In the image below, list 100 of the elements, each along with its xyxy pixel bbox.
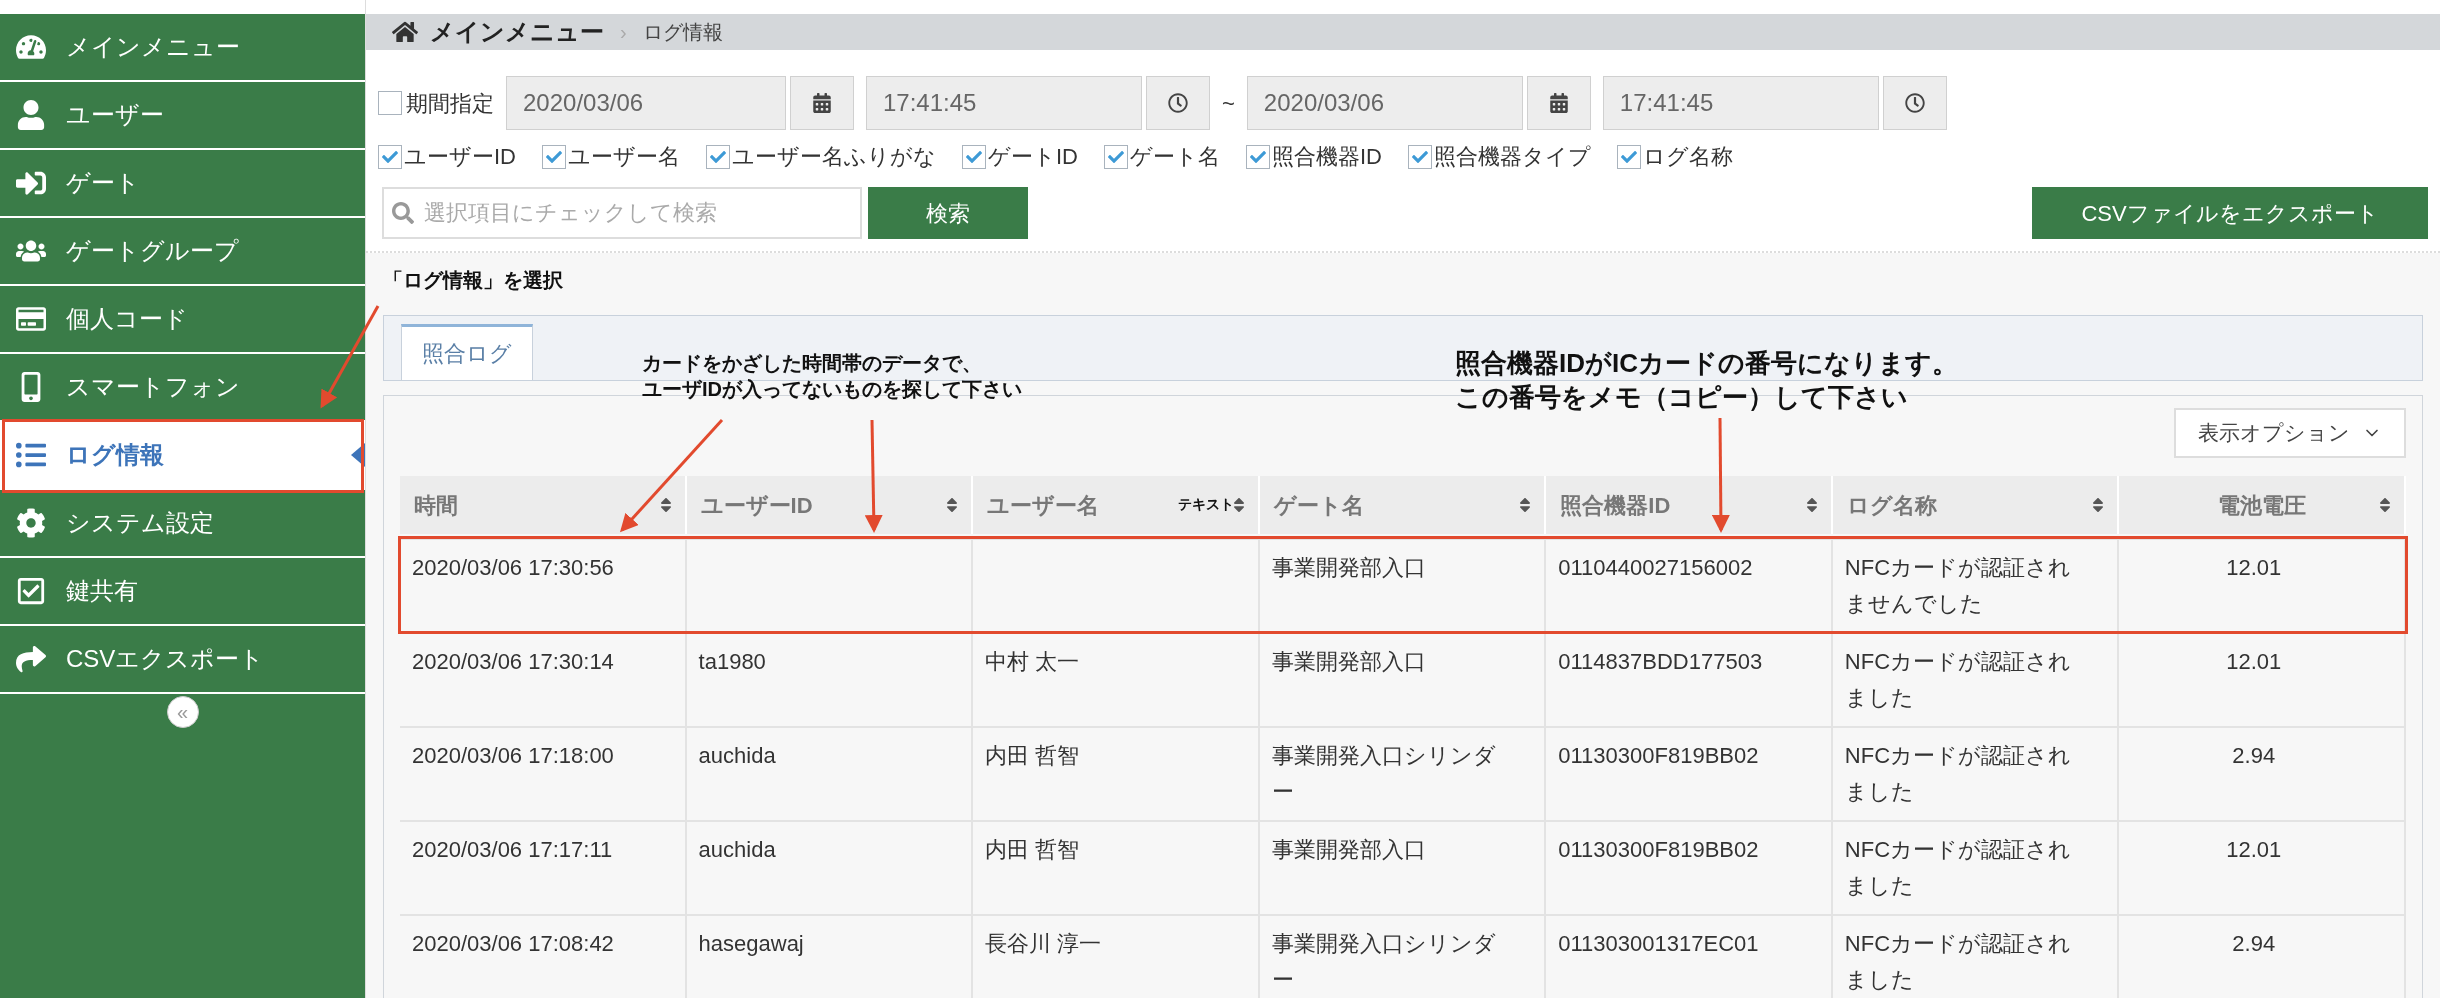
field-checkbox-label: ユーザー名ふりがな: [732, 143, 936, 171]
column-header[interactable]: ゲート名: [1259, 476, 1547, 534]
column-header[interactable]: ユーザーID: [686, 476, 974, 534]
table-cell: NFCカードが認証されました: [1844, 931, 2072, 992]
table-cell: NFCカードが認証されました: [1844, 837, 2072, 898]
sidebar-item[interactable]: ゲート: [0, 150, 365, 216]
table-cell: 2.94: [2232, 743, 2276, 768]
table-cell: 2020/03/06 17:08:42: [412, 931, 614, 956]
field-checkbox-label: ユーザー名: [568, 143, 680, 171]
gauge-icon: [16, 32, 46, 62]
date-time-field[interactable]: 2020/03/06: [506, 76, 786, 130]
check-icon: [710, 148, 726, 165]
calendar-button[interactable]: [1526, 76, 1591, 130]
calendar-button[interactable]: [790, 76, 854, 130]
search-field[interactable]: 選択項目にチェックして検索: [382, 187, 862, 239]
clock-button[interactable]: [1882, 76, 1947, 130]
card-icon: [16, 304, 46, 334]
annotation-text: テキスト: [1178, 495, 1234, 514]
display-options-button[interactable]: 表示オプション: [2174, 408, 2406, 458]
table-cell: hasegawaj: [698, 931, 804, 956]
calendar-icon: [1548, 93, 1569, 113]
column-header[interactable]: ログ名称: [1832, 476, 2120, 534]
sidebar-item[interactable]: 鍵共有: [0, 558, 365, 624]
table-cell: 12.01: [2226, 555, 2282, 580]
field-checkbox-label: ゲート名: [1130, 143, 1220, 171]
date-time-field[interactable]: 17:41:45: [1602, 76, 1879, 130]
tab[interactable]: 照合ログ: [401, 324, 533, 380]
field-checkbox[interactable]: [1408, 144, 1432, 169]
field-checkbox[interactable]: [1246, 144, 1270, 169]
field-checkbox-label: ゲートID: [988, 143, 1078, 171]
field-checkbox[interactable]: [1104, 144, 1128, 169]
table-cell: 事業開発部入口: [1271, 555, 1426, 580]
list-icon: [16, 440, 46, 470]
gear-icon: [16, 508, 46, 538]
checkbox-icon: [16, 576, 46, 606]
table-cell: 長谷川 淳一: [985, 931, 1102, 956]
table-cell: 12.01: [2226, 649, 2282, 674]
field-checkbox[interactable]: [706, 144, 730, 169]
clock-icon: [1904, 93, 1925, 113]
field-checkbox[interactable]: [378, 144, 402, 169]
column-header[interactable]: 時間: [400, 476, 687, 534]
sidebar-item[interactable]: システム設定: [0, 490, 365, 556]
table-cell: 2020/03/06 17:30:56: [412, 555, 614, 580]
collapse-sidebar-button[interactable]: «: [166, 696, 199, 728]
table-cell: NFCカードが認証されました: [1844, 649, 2072, 710]
home-icon: [392, 19, 418, 45]
breadcrumb-separator: ›: [620, 20, 627, 45]
clock-button[interactable]: [1146, 76, 1210, 130]
export-csv-button[interactable]: CSVファイルをエクスポート: [2032, 187, 2428, 239]
field-checkbox-label: 照合機器ID: [1272, 143, 1382, 171]
field-checkbox[interactable]: [542, 144, 566, 169]
sidebar-item[interactable]: メインメニュー: [0, 14, 365, 80]
share-arrow-icon: [16, 644, 46, 674]
field-checkbox[interactable]: [962, 144, 986, 169]
table-cell: 事業開発入口シリンダー: [1271, 931, 1496, 992]
table-cell: 内田 哲智: [985, 743, 1080, 768]
field-checkbox-label: ユーザーID: [404, 143, 516, 171]
search-button[interactable]: 検索: [868, 187, 1028, 239]
sidebar-item[interactable]: CSVエクスポート: [0, 626, 365, 692]
sidebar-item[interactable]: ゲートグループ: [0, 218, 365, 284]
search-icon: [392, 202, 414, 224]
table-cell: 2020/03/06 17:18:00: [412, 743, 614, 768]
table-cell: NFCカードが認証されませんでした: [1844, 555, 2072, 616]
field-checkbox-label: ログ名称: [1643, 143, 1733, 171]
sidebar-item[interactable]: スマートフォン: [0, 354, 365, 420]
table-cell: 事業開発部入口: [1271, 837, 1426, 862]
field-checkbox[interactable]: [1617, 144, 1641, 169]
table-cell: 2020/03/06 17:30:14: [412, 649, 614, 674]
column-header[interactable]: 照合機器ID: [1546, 476, 1833, 534]
sidebar-item[interactable]: 個人コード: [0, 286, 365, 352]
annotation-text: カードをかざした時間帯のデータで、 ユーザIDが入ってないものを探して下さい: [642, 351, 1022, 402]
date-time-field[interactable]: 2020/03/06: [1246, 76, 1523, 130]
breadcrumb-link[interactable]: メインメニュー: [430, 14, 604, 50]
table-cell: 事業開発入口シリンダー: [1271, 743, 1496, 804]
table-cell: 01130300F819BB02: [1558, 743, 1759, 768]
table-cell: auchida: [698, 743, 776, 768]
check-icon: [546, 148, 562, 165]
breadcrumb-current: ログ情報: [642, 20, 723, 45]
table-cell: 2020/03/06 17:17:11: [412, 837, 613, 862]
period-label: 期間指定: [406, 89, 494, 118]
check-icon: [1412, 148, 1428, 165]
annotation-text: 照合機器IDがICカードの番号になります。 この番号をメモ（コピー）して下さい: [1455, 347, 1958, 414]
check-icon: [1250, 148, 1266, 165]
table-cell: 中村 太一: [985, 649, 1080, 674]
calendar-icon: [812, 93, 832, 113]
column-header[interactable]: 電池電圧: [2119, 476, 2406, 534]
check-icon: [1621, 148, 1637, 165]
table-cell: 12.01: [2226, 837, 2282, 862]
table-cell: 事業開発部入口: [1271, 649, 1426, 674]
period-checkbox[interactable]: [378, 91, 402, 115]
user-icon: [16, 100, 46, 130]
check-icon: [382, 148, 398, 165]
check-icon: [966, 148, 982, 165]
table-cell: 内田 哲智: [985, 837, 1080, 862]
annotation-text: 「ログ情報」を選択: [383, 268, 564, 293]
check-icon: [1108, 148, 1124, 165]
table-cell: 01130300F819BB02: [1558, 837, 1759, 862]
sidebar-item[interactable]: ユーザー: [0, 82, 365, 148]
table-cell: ta1980: [698, 649, 766, 674]
date-time-field[interactable]: 17:41:45: [866, 76, 1142, 130]
